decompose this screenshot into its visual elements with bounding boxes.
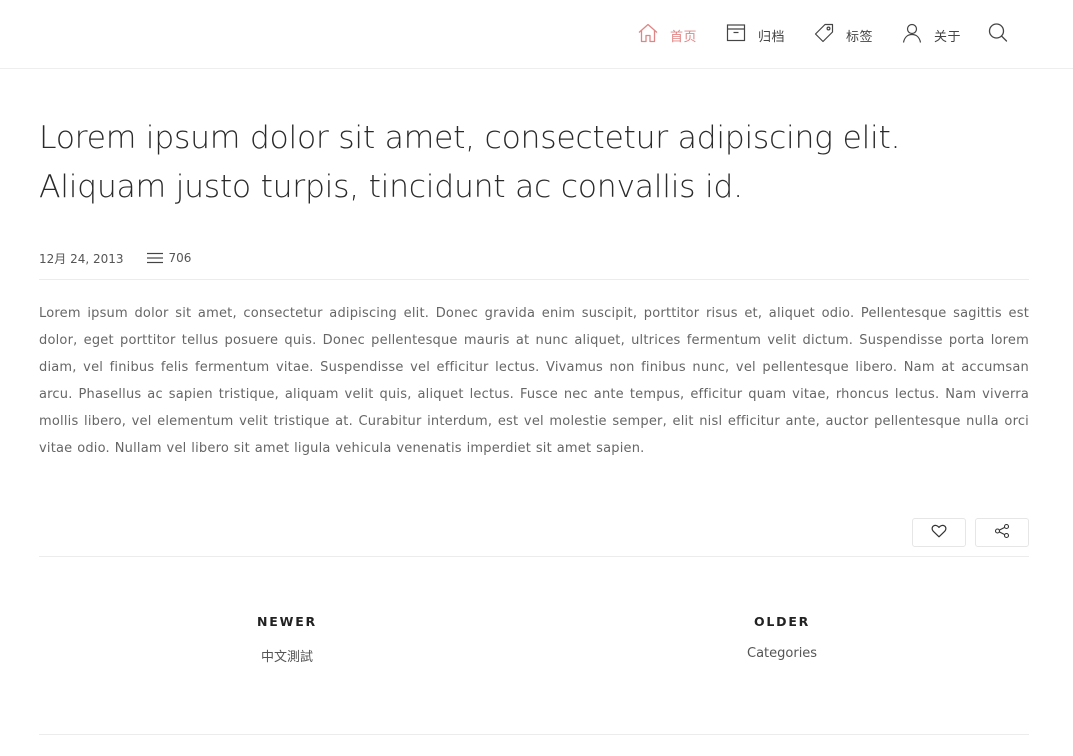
heart-icon xyxy=(931,523,947,542)
nav-label-archive: 归档 xyxy=(757,30,785,45)
nav-label-home: 首页 xyxy=(669,30,697,45)
nav-item-about[interactable]: 关于 xyxy=(901,20,961,45)
like-button[interactable] xyxy=(912,518,966,547)
site-header: 首页 归档 标签 关于 xyxy=(0,0,1073,69)
pager-newer: NEWER 中文測試 xyxy=(257,614,317,665)
user-icon xyxy=(901,22,923,44)
post-meta: 12月 24, 2013 706 xyxy=(39,247,1029,269)
bottom-divider xyxy=(39,734,1029,735)
post-title: Lorem ipsum dolor sit amet, consectetur … xyxy=(39,120,901,205)
pager-older: OLDER Categories xyxy=(747,614,817,661)
home-icon xyxy=(637,22,659,44)
share-icon xyxy=(994,523,1010,543)
nav-label-tags: 标签 xyxy=(845,30,873,45)
post-article: Lorem ipsum dolor sit amet, consectetur … xyxy=(39,69,1029,735)
nav-item-tags[interactable]: 标签 xyxy=(813,20,873,45)
pager-newer-link[interactable]: 中文測試 xyxy=(257,646,317,665)
pager-older-link[interactable]: Categories xyxy=(747,646,817,661)
lines-icon xyxy=(146,251,164,265)
search-icon xyxy=(987,22,1009,44)
share-button[interactable] xyxy=(975,518,1029,547)
search-button[interactable] xyxy=(987,22,1009,44)
tag-icon xyxy=(813,22,835,44)
nav-item-archive[interactable]: 归档 xyxy=(725,20,785,45)
post-word-count: 706 xyxy=(146,251,192,265)
post-date: 12月 24, 2013 xyxy=(39,251,124,266)
actions-divider xyxy=(39,556,1029,557)
nav-item-home[interactable]: 首页 xyxy=(637,20,697,45)
pager-older-heading: OLDER xyxy=(753,614,811,629)
nav-label-about: 关于 xyxy=(933,30,961,45)
meta-divider xyxy=(39,279,1029,280)
archive-icon xyxy=(725,22,747,44)
post-pager: NEWER 中文測試 OLDER Categories xyxy=(39,614,1029,674)
main-nav: 首页 归档 标签 关于 xyxy=(637,20,1009,45)
post-body: Lorem ipsum dolor sit amet, consectetur … xyxy=(39,306,1029,456)
pager-newer-heading: NEWER xyxy=(257,614,317,629)
post-actions xyxy=(903,518,1029,547)
word-count-value: 706 xyxy=(168,251,192,265)
